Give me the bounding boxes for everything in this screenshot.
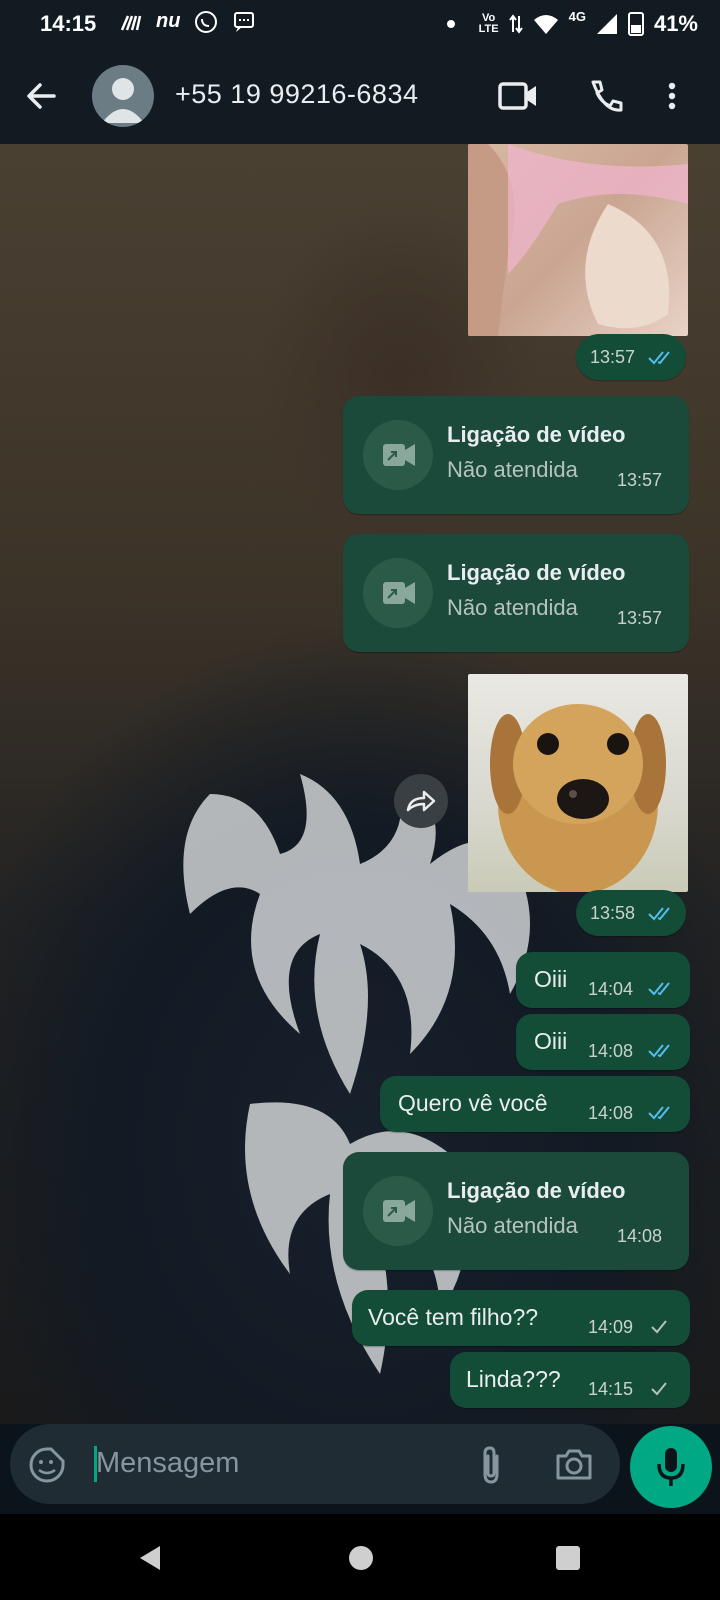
missed-video-icon (383, 582, 415, 604)
nav-recents-icon[interactable] (554, 1544, 582, 1572)
image-time-chip: 13:58 (576, 890, 686, 936)
read-ticks-icon (648, 982, 670, 996)
signal-bars-icon (120, 15, 142, 31)
contact-name[interactable]: +55 19 99216-6834 (175, 79, 418, 110)
call-icon-circle (363, 420, 433, 490)
forward-button[interactable] (394, 774, 448, 828)
text-message[interactable]: Oiii 14:08 (516, 1014, 690, 1070)
nubank-icon: nu (156, 10, 181, 32)
text-message[interactable]: Você tem filho?? 14:09 (352, 1290, 690, 1346)
image-time-chip: 13:57 (576, 334, 686, 380)
sent-tick-icon (651, 1320, 667, 1334)
nav-home-icon[interactable] (347, 1544, 375, 1572)
chat-header: +55 19 99216-6834 (0, 48, 720, 144)
read-ticks-icon (648, 351, 670, 365)
image-content (490, 704, 666, 892)
whatsapp-icon (195, 11, 218, 33)
attach-icon[interactable] (476, 1444, 506, 1486)
system-nav-bar (0, 1514, 720, 1600)
system-status-icons: Vo LTE 4G 41% (446, 8, 698, 37)
status-time: 14:15 (40, 11, 97, 36)
call-icon-circle (363, 558, 433, 628)
missed-video-call-card[interactable]: Ligação de vídeo Não atendida 13:57 (343, 396, 689, 514)
phone-icon[interactable] (584, 76, 628, 116)
volte-indicator: Vo LTE (478, 12, 499, 35)
read-ticks-icon (648, 907, 670, 921)
missed-video-icon (383, 1200, 415, 1222)
image-message[interactable] (468, 674, 688, 892)
text-message[interactable]: Linda??? 14:15 (450, 1352, 690, 1408)
image-content (468, 144, 688, 336)
mic-icon (657, 1448, 685, 1486)
message-input[interactable]: Mensagem (96, 1447, 239, 1480)
call-icon-circle (363, 1176, 433, 1246)
read-ticks-icon (648, 1106, 670, 1120)
message-icon (234, 12, 255, 32)
missed-video-call-card[interactable]: Ligação de vídeo Não atendida 14:08 (343, 1152, 689, 1270)
image-message[interactable] (468, 144, 688, 336)
more-vert-icon[interactable] (660, 76, 684, 116)
emoji-sticker-icon[interactable] (28, 1446, 66, 1484)
camera-icon[interactable] (554, 1446, 594, 1482)
message-composer: Mensagem (10, 1424, 620, 1504)
battery-percent: 41% (653, 11, 698, 36)
sent-tick-icon (651, 1382, 667, 1396)
text-message[interactable]: Quero vê você 14:08 (380, 1076, 690, 1132)
missed-video-call-card[interactable]: Ligação de vídeo Não atendida 13:57 (343, 534, 689, 652)
data-arrows-icon (508, 14, 523, 34)
avatar[interactable] (92, 65, 154, 127)
forward-icon (406, 790, 436, 812)
back-arrow-icon[interactable] (20, 76, 64, 116)
read-ticks-icon (648, 1044, 670, 1058)
video-call-icon[interactable] (496, 76, 540, 116)
battery-icon (627, 12, 644, 36)
text-message[interactable]: Oiii 14:04 (516, 952, 690, 1008)
network-type: 4G (568, 8, 586, 24)
cell-signal-icon (596, 14, 617, 34)
notification-icons: nu (120, 10, 256, 34)
mic-button[interactable] (630, 1426, 712, 1508)
nav-back-icon[interactable] (136, 1544, 164, 1572)
status-bar: 14:15 nu Vo LTE 4G 41% (0, 0, 720, 48)
wifi-icon (533, 15, 558, 34)
notification-dot-icon (446, 20, 455, 28)
default-avatar-icon (102, 78, 144, 123)
missed-video-icon (383, 444, 415, 466)
